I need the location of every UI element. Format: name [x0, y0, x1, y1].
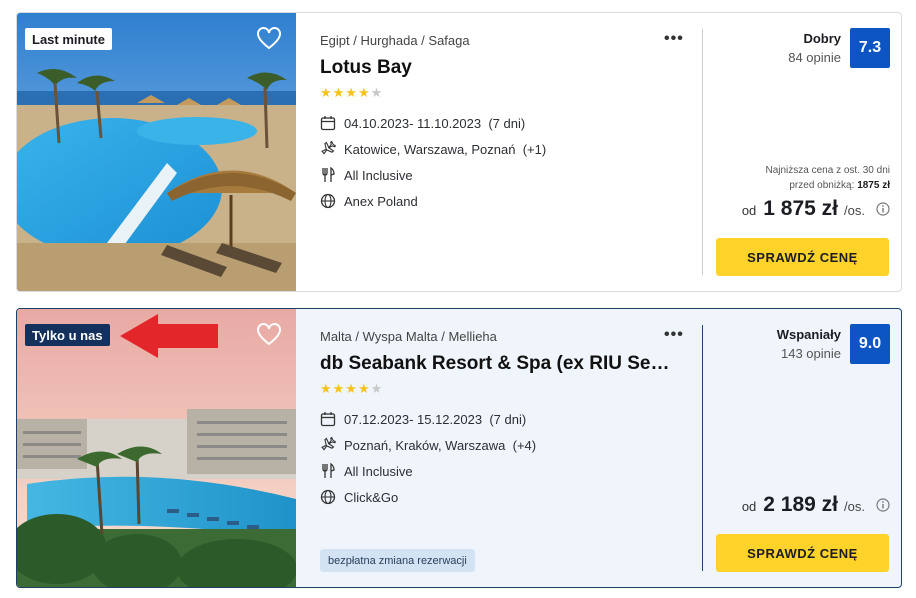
offer-info: Egipt / Hurghada / Safaga ••• Lotus Bay … [320, 13, 700, 291]
star-rating: ★★★★★ [320, 381, 384, 396]
divider [702, 29, 703, 275]
board-text: All Inclusive [344, 463, 413, 479]
price-prefix: od [741, 499, 757, 514]
departures-more[interactable]: (+4) [513, 438, 536, 453]
location-breadcrumb[interactable]: Egipt / Hurghada / Safaga [320, 33, 470, 48]
check-price-button[interactable]: SPRAWDŹ CENĘ [716, 534, 889, 572]
offer-badge: Last minute [25, 28, 112, 50]
price: od 2 189 zł /os. [742, 493, 890, 517]
hotel-photo-image [17, 13, 296, 291]
globe-icon [320, 193, 336, 209]
heart-icon[interactable] [256, 323, 282, 347]
heart-icon[interactable] [256, 27, 282, 51]
departures-more[interactable]: (+1) [523, 142, 546, 157]
board-type: All Inclusive [320, 461, 413, 481]
price: od 1 875 zł /os. [742, 197, 890, 221]
travel-dates: 07.12.2023- 15.12.2023 (7 dni) [320, 409, 526, 429]
check-price-button[interactable]: SPRAWDŹ CENĘ [716, 238, 889, 276]
tour-operator: Anex Poland [320, 191, 418, 211]
dates-text: 04.10.2023- 11.10.2023 [344, 115, 482, 131]
hotel-name[interactable]: db Seabank Resort & Spa (ex RIU Seabank … [320, 353, 672, 375]
rating-label: Wspaniały [776, 327, 841, 342]
plane-icon [320, 437, 336, 453]
cutlery-icon [320, 167, 336, 183]
price-unit: /os. [844, 499, 865, 514]
rating-label: Dobry [803, 31, 841, 46]
hotel-photo[interactable]: Last minute [17, 13, 296, 291]
duration-text: (7 dni) [489, 411, 527, 427]
info-icon[interactable] [876, 202, 890, 216]
info-icon[interactable] [876, 498, 890, 512]
travel-dates: 04.10.2023- 11.10.2023 (7 dni) [320, 113, 525, 133]
duration-text: (7 dni) [488, 115, 526, 131]
lowest-price-line1: Najniższa cena z ost. 30 dni [765, 165, 890, 176]
lowest-price-value: 1875 zł [857, 180, 890, 191]
more-options-icon[interactable]: ••• [664, 326, 684, 344]
lowest-price-note: Najniższa cena z ost. 30 dni przed obniż… [765, 163, 890, 193]
cutlery-icon [320, 463, 336, 479]
more-options-icon[interactable]: ••• [664, 30, 684, 48]
departures-text: Katowice, Warszawa, Poznań [344, 141, 516, 157]
hotel-name[interactable]: Lotus Bay [320, 57, 672, 79]
reviews-count[interactable]: 143 opinie [781, 346, 841, 361]
location-breadcrumb[interactable]: Malta / Wyspa Malta / Mellieha [320, 329, 497, 344]
board-type: All Inclusive [320, 165, 413, 185]
lowest-price-line2: przed obniżką: [789, 180, 855, 191]
offer-badge: Tylko u nas [25, 324, 110, 346]
departures-text: Poznań, Kraków, Warszawa [344, 437, 506, 453]
tour-operator: Click&Go [320, 487, 398, 507]
calendar-icon [320, 115, 336, 131]
departure-cities: Poznań, Kraków, Warszawa (+4) [320, 435, 536, 455]
price-amount: 1 875 zł [763, 197, 839, 220]
reviews-count[interactable]: 84 opinie [788, 50, 841, 65]
operator-text: Anex Poland [344, 193, 418, 209]
annotation-arrow-icon [120, 314, 218, 358]
operator-text: Click&Go [344, 489, 399, 505]
calendar-icon [320, 411, 336, 427]
plane-icon [320, 141, 336, 157]
dates-text: 07.12.2023- 15.12.2023 [344, 411, 483, 427]
price-amount: 2 189 zł [763, 493, 839, 516]
star-rating: ★★★★★ [320, 85, 384, 100]
score-badge: 7.3 [850, 28, 890, 68]
price-unit: /os. [844, 203, 865, 218]
offer-info: Malta / Wyspa Malta / Mellieha ••• db Se… [320, 309, 700, 587]
free-change-tag: bezpłatna zmiana rezerwacji [320, 549, 475, 572]
price-prefix: od [741, 203, 757, 218]
divider [702, 325, 703, 571]
score-badge: 9.0 [850, 324, 890, 364]
globe-icon [320, 489, 336, 505]
offer-card[interactable]: Last minute Egipt / Hurghada / Safaga ••… [16, 12, 902, 292]
departure-cities: Katowice, Warszawa, Poznań (+1) [320, 139, 546, 159]
board-text: All Inclusive [344, 167, 413, 183]
